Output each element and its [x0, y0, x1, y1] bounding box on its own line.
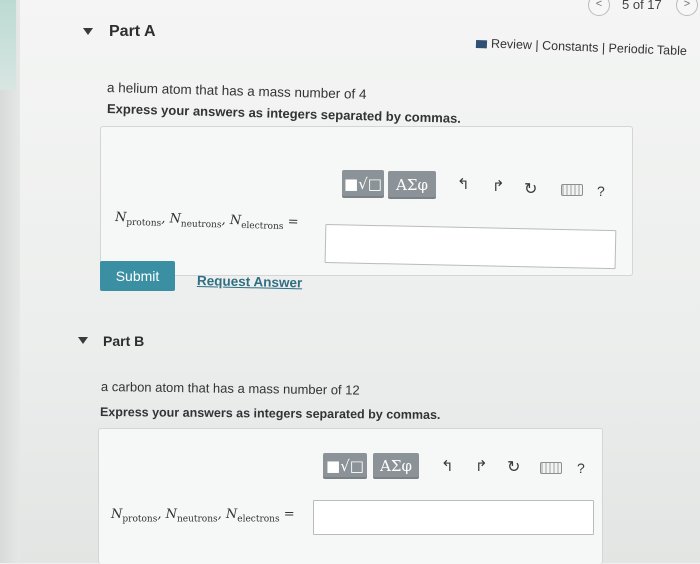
reset-icon[interactable]: ↻: [524, 179, 537, 199]
help-icon[interactable]: ?: [597, 183, 605, 199]
greek-symbols-button[interactable]: ΑΣφ: [388, 171, 436, 199]
math-n: N: [169, 211, 182, 227]
templates-button[interactable]: ■√□: [342, 170, 384, 198]
periodic-table-link[interactable]: Periodic Table: [608, 41, 687, 58]
help-icon[interactable]: ?: [577, 460, 585, 476]
part-a-instruction: Express your answers as integers separat…: [106, 101, 462, 126]
part-b-answer-input[interactable]: [313, 500, 594, 535]
review-links: Review | Constants | Periodic Table: [475, 36, 687, 58]
math-equals: =: [279, 507, 295, 522]
keyboard-icon[interactable]: [561, 184, 583, 196]
math-sub-neutrons: neutrons: [176, 514, 218, 525]
math-n: N: [111, 507, 123, 522]
collapse-triangle-icon[interactable]: [83, 28, 93, 35]
part-b-answer-panel: ■√□ ΑΣφ ↰ ↱ ↻ ? Nprotons, Nneutrons, Nel…: [98, 428, 603, 564]
submit-button[interactable]: Submit: [100, 261, 175, 291]
redo-icon[interactable]: ↱: [475, 457, 488, 475]
part-b-title[interactable]: Part B: [103, 333, 144, 349]
part-b-instruction: Express your answers as integers separat…: [99, 405, 441, 422]
pager-count: 5 of 17: [622, 0, 662, 12]
greek-symbols-button[interactable]: ΑΣφ: [373, 453, 419, 479]
part-a-title[interactable]: Part A: [109, 23, 156, 41]
math-n: N: [229, 213, 242, 229]
math-equals: =: [283, 214, 299, 230]
redo-icon[interactable]: ↱: [492, 177, 505, 195]
part-a-answer-label: Nprotons, Nneutrons, Nelectrons =: [115, 210, 299, 232]
constants-link[interactable]: Constants: [542, 39, 599, 55]
undo-icon[interactable]: ↰: [457, 175, 470, 193]
collapse-triangle-icon[interactable]: [78, 337, 88, 344]
part-b-answer-label: Nprotons, Nneutrons, Nelectrons =: [111, 507, 295, 525]
part-b-prompt: a carbon atom that has a mass number of …: [100, 379, 360, 398]
keyboard-icon[interactable]: [540, 462, 562, 474]
request-answer-link[interactable]: Request Answer: [197, 273, 303, 290]
chevron-left-icon[interactable]: <: [588, 0, 610, 16]
part-a-answer-input[interactable]: [324, 224, 617, 270]
math-n: N: [114, 210, 127, 226]
math-sub-electrons: electrons: [237, 514, 280, 525]
math-sub-electrons: electrons: [240, 220, 284, 233]
templates-button[interactable]: ■√□: [323, 453, 367, 479]
sidebar-accent: [0, 0, 16, 90]
part-a-answer-panel: ■√□ ΑΣφ ↰ ↱ ↻ ? Nprotons, Nneutrons, Nel…: [100, 126, 633, 276]
separator: |: [598, 40, 609, 56]
math-comma: ,: [157, 507, 166, 522]
chevron-right-icon[interactable]: >: [676, 0, 698, 16]
math-sub-protons: protons: [122, 514, 158, 525]
review-link[interactable]: Review: [491, 37, 533, 53]
undo-icon[interactable]: ↰: [441, 457, 454, 475]
part-a-prompt: a helium atom that has a mass number of …: [106, 80, 367, 102]
math-n: N: [165, 507, 177, 522]
screen: < 5 of 17 > Part A Review | Constants | …: [0, 0, 700, 564]
reset-icon[interactable]: ↻: [507, 457, 520, 477]
review-icon: [475, 39, 488, 49]
math-sub-protons: protons: [126, 217, 162, 229]
math-n: N: [225, 507, 238, 522]
math-sub-neutrons: neutrons: [180, 219, 222, 231]
math-comma: ,: [217, 507, 226, 522]
